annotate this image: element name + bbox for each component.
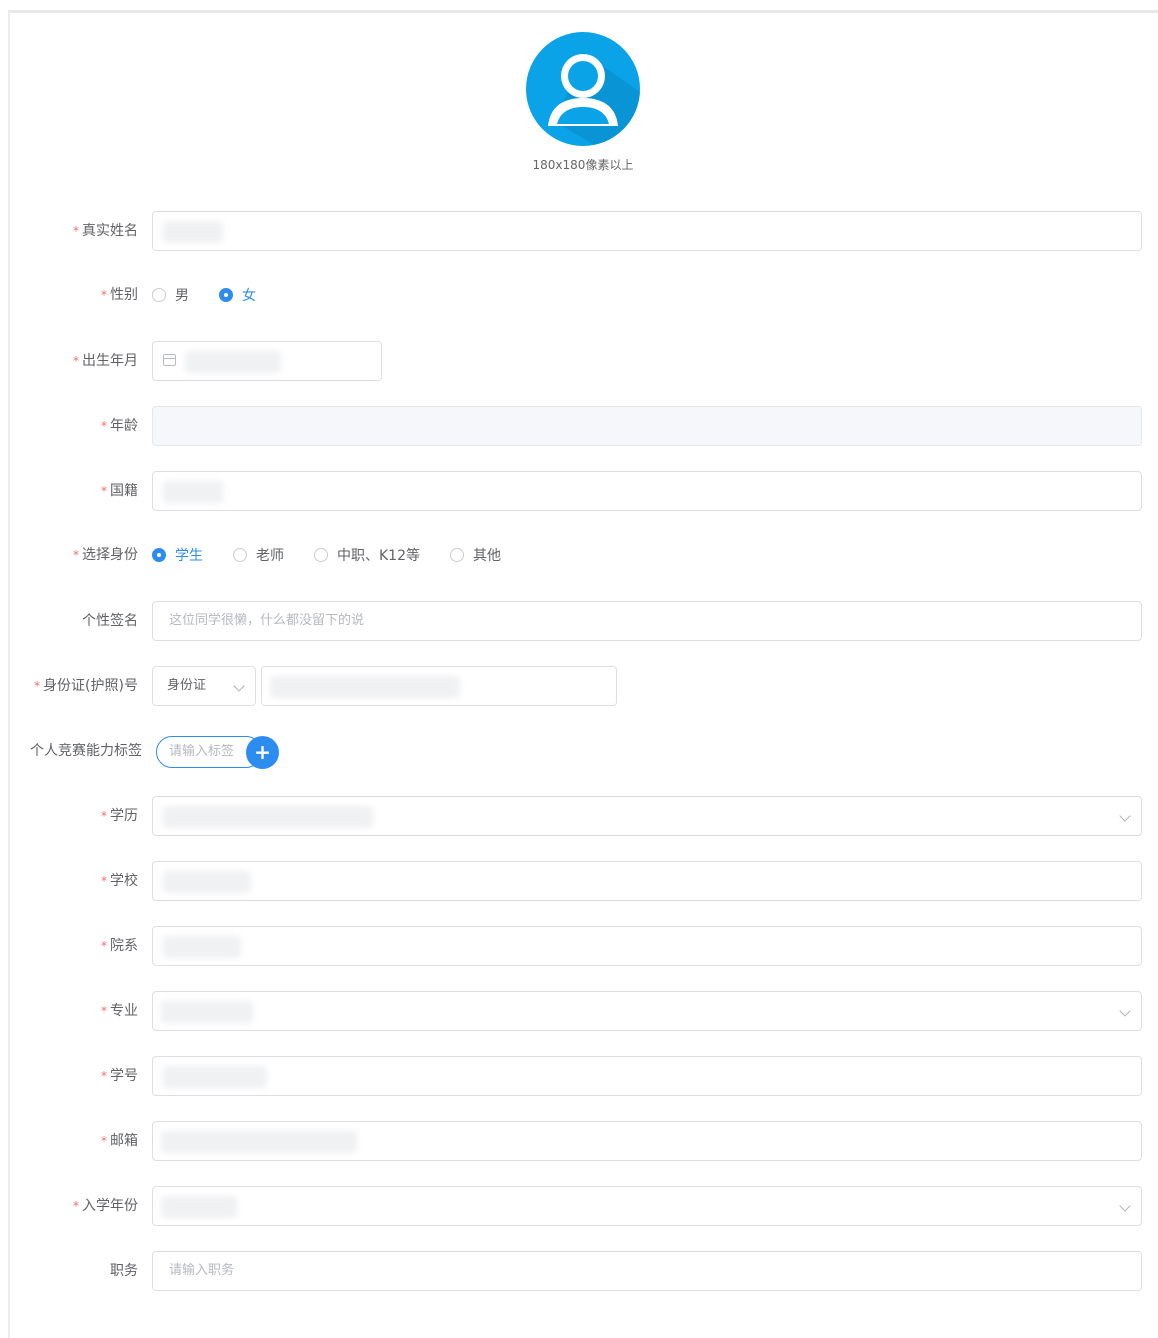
chevron-down-icon [1119, 1200, 1131, 1212]
identity-radio-other[interactable]: 其他 [450, 545, 501, 565]
enroll-year-select[interactable] [152, 1186, 1142, 1226]
signature-label: 个性签名 [82, 613, 138, 629]
email-label: * 邮箱 [101, 1133, 138, 1149]
avatar[interactable] [526, 32, 640, 146]
id-type-select[interactable]: 身份证 [152, 666, 256, 706]
identity-radio-student[interactable]: 学生 [152, 545, 203, 565]
gender-label: * 性别 [101, 287, 138, 303]
chevron-down-icon [1119, 1005, 1131, 1017]
enroll-year-label: * 入学年份 [73, 1198, 138, 1214]
skill-tags-label: 个人竞赛能力标签 [30, 743, 142, 759]
position-label: 职务 [110, 1263, 138, 1279]
signature-input[interactable]: 这位同学很懒，什么都没留下的说 [152, 601, 1142, 641]
chevron-down-icon [1119, 810, 1131, 822]
student-no-input[interactable] [152, 1056, 1142, 1096]
education-select[interactable] [152, 796, 1142, 836]
department-label: * 院系 [101, 938, 138, 954]
calendar-icon [163, 354, 176, 366]
real-name-input[interactable] [152, 211, 1142, 251]
real-name-label: * 真实姓名 [73, 223, 138, 239]
gender-radio-female[interactable]: 女 [219, 285, 256, 305]
avatar-size-tip: 180x180像素以上 [532, 158, 634, 172]
email-input[interactable] [152, 1121, 1142, 1161]
nationality-label: * 国籍 [101, 483, 138, 499]
identity-radio-group: 学生 老师 中职、K12等 其他 [152, 535, 531, 575]
nationality-input[interactable] [152, 471, 1142, 511]
student-no-label: * 学号 [101, 1068, 138, 1084]
position-input[interactable]: 请输入职务 [152, 1251, 1142, 1291]
major-select[interactable] [152, 991, 1142, 1031]
gender-radio-male[interactable]: 男 [152, 285, 189, 305]
identity-radio-k12[interactable]: 中职、K12等 [314, 545, 420, 565]
user-avatar-icon [526, 32, 640, 146]
school-label: * 学校 [101, 873, 138, 889]
birth-date-picker[interactable] [152, 341, 382, 381]
identity-radio-teacher[interactable]: 老师 [233, 545, 284, 565]
gender-radio-group: 男 女 [152, 275, 286, 315]
id-number-input[interactable] [261, 666, 617, 706]
chevron-down-icon [233, 680, 245, 692]
age-input [152, 406, 1142, 446]
major-label: * 专业 [101, 1003, 138, 1019]
identity-label: * 选择身份 [73, 547, 138, 563]
birth-label: * 出生年月 [73, 353, 138, 369]
add-tag-button[interactable]: + [246, 736, 279, 769]
id-number-label: * 身份证(护照)号 [34, 678, 138, 694]
age-label: * 年龄 [101, 418, 138, 434]
department-input[interactable] [152, 926, 1142, 966]
education-label: * 学历 [101, 808, 138, 824]
school-input[interactable] [152, 861, 1142, 901]
